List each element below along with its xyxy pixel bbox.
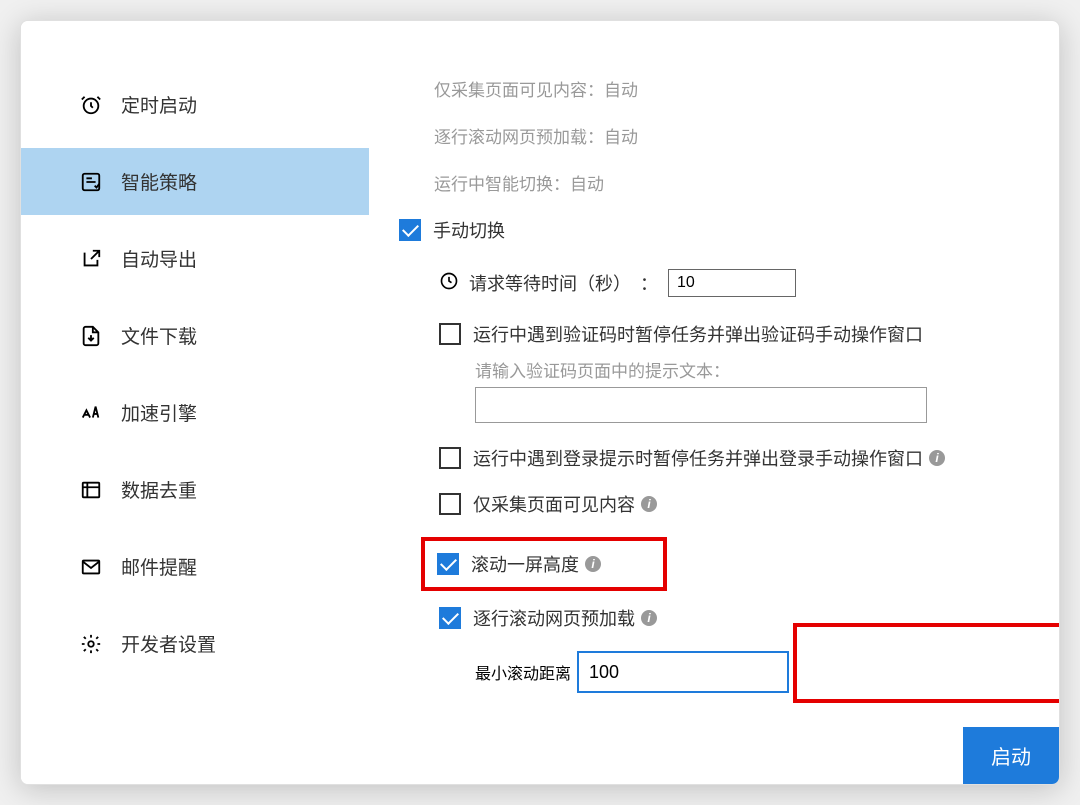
- login-pause-checkbox[interactable]: [439, 447, 461, 469]
- gear-icon: [79, 632, 103, 656]
- sidebar-label: 文件下载: [121, 322, 197, 349]
- manual-switch-label: 手动切换: [433, 217, 505, 243]
- visible-only-checkbox[interactable]: [439, 493, 461, 515]
- highlight-scroll-screen: 滚动一屏高度 i: [421, 537, 667, 591]
- scroll-preload-checkbox[interactable]: [439, 607, 461, 629]
- sidebar-item-dev[interactable]: 开发者设置: [21, 610, 369, 677]
- alarm-clock-icon: [79, 93, 103, 117]
- login-pause-label: 运行中遇到登录提示时暂停任务并弹出登录手动操作窗口: [473, 445, 923, 471]
- start-button[interactable]: 启动: [963, 727, 1059, 784]
- export-icon: [79, 247, 103, 271]
- sidebar-label: 加速引擎: [121, 399, 197, 426]
- speed-icon: [79, 401, 103, 425]
- strategy-icon: [79, 170, 103, 194]
- sidebar-item-download[interactable]: 文件下载: [21, 302, 369, 369]
- info-icon[interactable]: i: [929, 450, 945, 466]
- min-scroll-input[interactable]: [577, 651, 789, 693]
- sidebar-label: 自动导出: [121, 245, 197, 272]
- captcha-pause-checkbox[interactable]: [439, 323, 461, 345]
- sidebar-item-engine[interactable]: 加速引擎: [21, 379, 369, 446]
- captcha-pause-label: 运行中遇到验证码时暂停任务并弹出验证码手动操作窗口: [473, 321, 923, 347]
- captcha-text-input[interactable]: [475, 387, 927, 423]
- sidebar-label: 定时启动: [121, 91, 197, 118]
- dedup-icon: [79, 478, 103, 502]
- manual-switch-checkbox[interactable]: [399, 219, 421, 241]
- sidebar-label: 邮件提醒: [121, 553, 197, 580]
- sidebar-item-mail[interactable]: 邮件提醒: [21, 533, 369, 600]
- sidebar-label: 智能策略: [121, 168, 197, 195]
- sidebar-item-timer[interactable]: 定时启动: [21, 71, 369, 138]
- sidebar-label: 开发者设置: [121, 630, 216, 657]
- sidebar-item-dedup[interactable]: 数据去重: [21, 456, 369, 523]
- mail-icon: [79, 555, 103, 579]
- info-icon[interactable]: i: [585, 556, 601, 572]
- scroll-screen-checkbox[interactable]: [437, 553, 459, 575]
- info-smart-switch: 运行中智能切换：自动: [399, 170, 1029, 195]
- info-visible-content: 仅采集页面可见内容：自动: [399, 76, 1029, 101]
- min-scroll-label: 最小滚动距离: [475, 660, 571, 684]
- app-window: 定时启动 智能策略 自动导出 文件下载 加速引擎: [20, 20, 1060, 785]
- info-scroll-preload: 逐行滚动网页预加载：自动: [399, 123, 1029, 148]
- visible-only-label: 仅采集页面可见内容: [473, 491, 635, 517]
- wait-time-input[interactable]: [668, 269, 796, 297]
- info-icon[interactable]: i: [641, 610, 657, 626]
- file-download-icon: [79, 324, 103, 348]
- clock-icon: [439, 271, 459, 296]
- content-panel: 仅采集页面可见内容：自动 逐行滚动网页预加载：自动 运行中智能切换：自动 手动切…: [369, 21, 1059, 784]
- sidebar-item-strategy[interactable]: 智能策略: [21, 148, 369, 215]
- scroll-screen-label: 滚动一屏高度: [471, 551, 579, 577]
- captcha-hint: 请输入验证码页面中的提示文本：: [439, 357, 1029, 382]
- sidebar-item-export[interactable]: 自动导出: [21, 225, 369, 292]
- wait-time-label: 请求等待时间（秒） ：: [469, 270, 658, 296]
- sidebar: 定时启动 智能策略 自动导出 文件下载 加速引擎: [21, 21, 369, 784]
- info-icon[interactable]: i: [641, 496, 657, 512]
- scroll-preload-label: 逐行滚动网页预加载: [473, 605, 635, 631]
- sidebar-label: 数据去重: [121, 476, 197, 503]
